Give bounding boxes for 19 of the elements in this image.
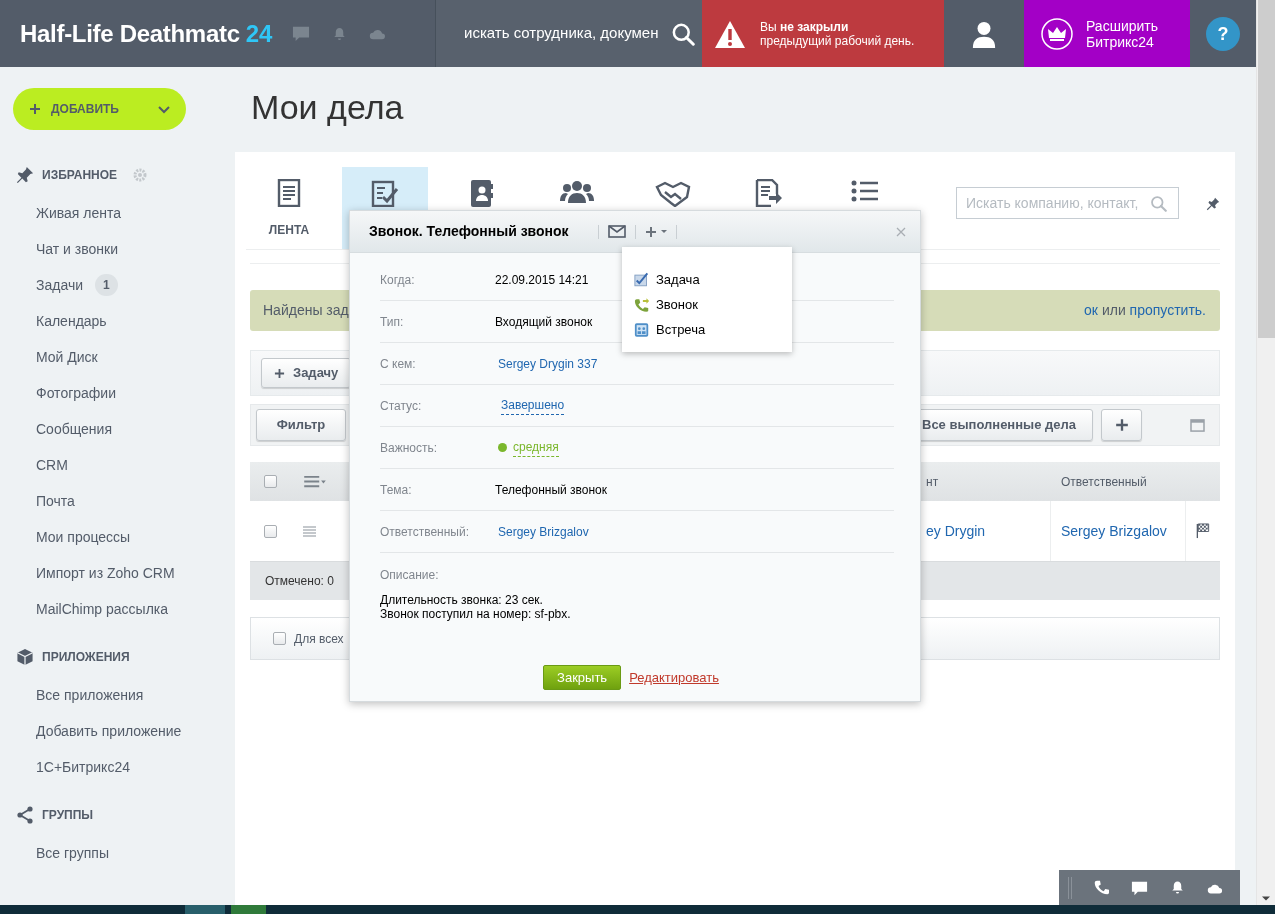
page-title: Мои дела — [250, 87, 405, 128]
field-label: Описание: — [380, 567, 440, 584]
field-label: Важность: — [380, 439, 439, 457]
field-label: Статус: — [380, 397, 423, 415]
popup-title: Звонок. Телефонный звонок — [369, 222, 569, 241]
field-label: Ответственный: — [380, 523, 471, 541]
field-value: 22.09.2015 14:21 — [495, 271, 589, 289]
field-label: Тема: — [380, 481, 413, 499]
field-label: С кем: — [380, 355, 417, 373]
notice-text: ок или пропустить. — [1084, 301, 1206, 320]
counter-badge: 1 — [95, 274, 118, 296]
field-value: Телефонный звонок — [495, 481, 608, 499]
warning-text: Вы не закрыли предыдущий рабочий день. — [760, 19, 915, 48]
field-value: Входящий звонок — [495, 313, 593, 331]
notice-text: Найдены зад — [263, 301, 349, 320]
field-label: Когда: — [380, 271, 416, 289]
field-label: Тип: — [380, 313, 405, 331]
description-text: Длительность звонка: 23 сек. Звонок поступил на номер: sf-pbx. — [380, 593, 572, 621]
selected-count: Отмечено: 0 — [265, 573, 334, 590]
